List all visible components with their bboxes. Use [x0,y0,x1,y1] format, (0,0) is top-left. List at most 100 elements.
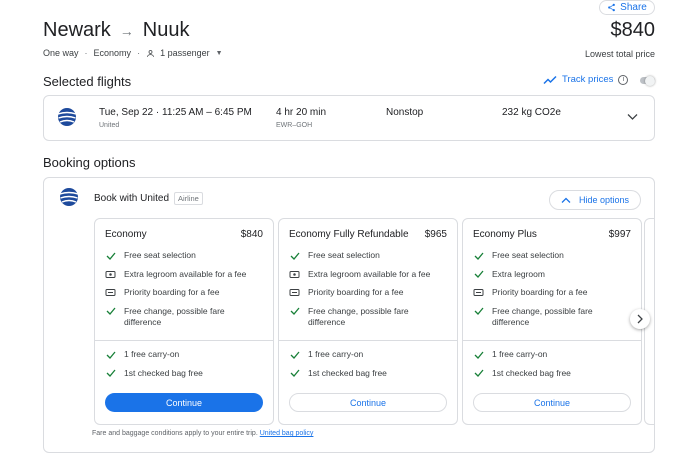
share-label: Share [620,2,647,13]
fare-feature: Extra legroom available for a fee [289,269,447,280]
bag-allowance-text: 1 free carry-on [492,349,548,359]
divider [95,340,273,341]
flight-airports: EWR–GOH [276,122,313,129]
info-icon[interactable]: i [618,74,629,85]
footnote-text: Fare and baggage conditions apply to you… [92,430,258,437]
check-icon [473,349,484,360]
fare-feature-text: Priority boarding for a fee [124,287,220,297]
check-icon [289,306,300,317]
fare-feature: Free seat selection [473,250,631,261]
flight-airline: United [99,122,120,129]
fare-feature: Priority boarding for a fee [105,287,263,298]
toggle-knob [645,75,655,86]
fare-feature: Priority boarding for a fee [473,287,631,298]
seat-fee-icon [105,269,116,280]
chevron-right-icon [637,314,643,324]
flight-date-time: Tue, Sep 22 · 11:25 AM – 6:45 PM [99,107,252,118]
check-icon [289,368,300,379]
chevron-down-icon[interactable] [627,113,638,121]
fare-feature-text: Free change, possible fare difference [124,305,225,327]
provider-badge: Airline [174,192,203,205]
fare-footnote: Fare and baggage conditions apply to you… [92,430,313,437]
boarding-fee-icon [105,287,116,298]
chevron-up-icon [561,197,571,204]
booking-provider: Book with United [94,193,170,204]
fare-name: Economy Fully Refundable [289,229,409,240]
continue-button[interactable]: Continue [289,393,447,412]
check-icon [473,269,484,280]
fare-feature: Free seat selection [105,250,263,261]
fare-bags: 1 free carry-on 1st checked bag free [473,349,631,386]
fare-feature-text: Extra legroom available for a fee [124,268,247,279]
fare-feature-text: Free change, possible fare difference [308,305,409,327]
fare-features: Free seat selection Extra legroom Priori… [473,250,631,335]
continue-button[interactable]: Continue [105,393,263,412]
fare-feature: Free change, possible fare difference [289,306,447,328]
bag-allowance-text: 1 free carry-on [308,349,364,359]
share-icon [607,3,616,12]
fare-feature-text: Free seat selection [492,250,564,260]
bag-allowance: 1st checked bag free [473,368,631,379]
track-prices-toggle[interactable] [640,75,655,86]
booking-options-heading: Booking options [43,155,136,170]
track-prices[interactable]: Track prices i [543,74,629,85]
flight-emissions: 232 kg CO2e [502,107,561,118]
fare-feature: Priority boarding for a fee [289,287,447,298]
fare-name: Economy Plus [473,229,537,240]
fare-feature: Extra legroom [473,269,631,280]
scroll-next-button[interactable] [630,309,650,329]
destination-city: Nuuk [142,19,190,41]
check-icon [105,306,116,317]
bag-allowance: 1 free carry-on [105,349,263,360]
fare-price: $997 [608,229,631,240]
fare-features: Free seat selection Extra legroom availa… [289,250,447,335]
fare-price: $965 [424,229,447,240]
trip-type: One way [43,48,79,58]
fare-bags: 1 free carry-on 1st checked bag free [105,349,263,386]
route-title: Newark → Nuuk [43,19,190,42]
check-icon [473,306,484,317]
boarding-fee-icon [289,287,300,298]
bag-allowance: 1 free carry-on [473,349,631,360]
fare-feature-text: Free seat selection [308,250,380,260]
hide-options-label: Hide options [578,195,630,205]
arrow-right-icon: → [119,22,134,39]
selected-flight-card[interactable]: Tue, Sep 22 · 11:25 AM – 6:45 PM United … [43,95,655,141]
passenger-selector[interactable]: 1 passenger [160,48,210,58]
fare-price: $840 [240,229,263,240]
caret-down-icon[interactable]: ▼ [216,50,223,57]
fare-features: Free seat selection Extra legroom availa… [105,250,263,335]
fare-bags: 1 free carry-on 1st checked bag free [289,349,447,386]
fare-feature-text: Priority boarding for a fee [308,287,404,297]
check-icon [105,368,116,379]
fare-feature: Free seat selection [289,250,447,261]
fare-feature-text: Free seat selection [124,250,196,260]
check-icon [289,349,300,360]
fare-feature: Extra legroom available for a fee [105,269,263,280]
fare-feature-text: Extra legroom available for a fee [308,268,431,279]
fare-card: Economy Plus $997 Free seat selection Ext… [462,218,642,425]
fare-feature-text: Free change, possible fare difference [492,305,593,327]
united-logo-icon [59,187,79,207]
bag-policy-link[interactable]: United bag policy [260,430,314,437]
united-logo-icon [57,107,77,127]
bag-allowance-text: 1st checked bag free [492,367,571,378]
fare-feature-text: Priority boarding for a fee [492,287,588,297]
hide-options-button[interactable]: Hide options [549,190,641,210]
trip-meta: One way · Economy · 1 passenger ▼ [43,48,223,58]
bag-allowance-text: 1 free carry-on [124,349,180,359]
divider [279,340,457,341]
trend-icon [543,75,557,85]
check-icon [289,250,300,261]
divider [463,340,641,341]
person-icon [146,49,155,58]
fare-feature: Free change, possible fare difference [473,306,631,328]
check-icon [473,250,484,261]
flight-duration: 4 hr 20 min [276,107,327,118]
bag-allowance-text: 1st checked bag free [308,367,387,378]
seat-fee-icon [289,269,300,280]
share-button[interactable]: Share [599,0,655,15]
origin-city: Newark [43,19,111,41]
fare-card: Economy $840 Free seat selection Extra le… [94,218,274,425]
continue-button[interactable]: Continue [473,393,631,412]
